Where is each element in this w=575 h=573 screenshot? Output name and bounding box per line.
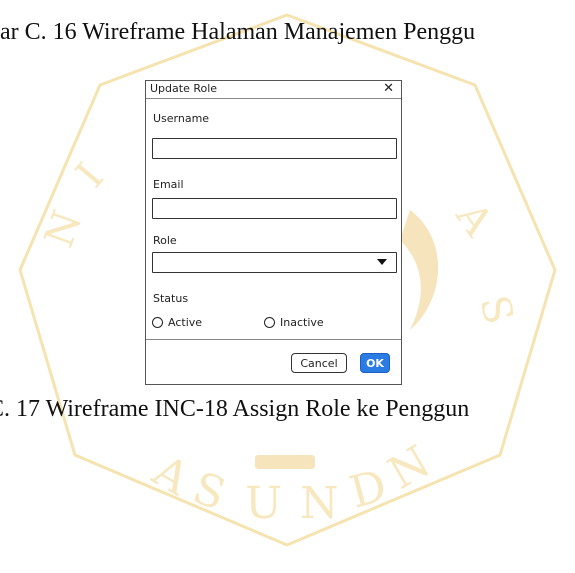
- watermark-letter: S: [470, 291, 522, 329]
- watermark-letter: N: [36, 205, 91, 254]
- status-radio-active[interactable]: Active: [152, 316, 202, 329]
- watermark-letter: D: [345, 460, 392, 518]
- watermark-bar: [255, 455, 315, 469]
- email-field[interactable]: [152, 198, 397, 219]
- status-label: Status: [153, 292, 189, 305]
- watermark-letter: A: [446, 194, 501, 246]
- username-label: Username: [153, 112, 210, 125]
- dialog-title: Update Role: [150, 82, 218, 95]
- radio-button-icon: [152, 317, 163, 328]
- update-role-dialog: Update Role ✕ Username Email Role Status…: [145, 80, 402, 385]
- chevron-down-icon: [377, 259, 387, 265]
- figure-caption-bottom: C. 17 Wireframe INC-18 Assign Role ke Pe…: [0, 396, 470, 422]
- cancel-button[interactable]: Cancel: [291, 353, 347, 373]
- dialog-titlebar: Update Role ✕: [146, 81, 401, 99]
- footer-divider: [146, 339, 401, 340]
- watermark-letter: N: [300, 478, 339, 529]
- ok-button[interactable]: OK: [360, 353, 390, 373]
- radio-button-icon: [264, 317, 275, 328]
- watermark-letter: U: [245, 478, 282, 529]
- close-icon[interactable]: ✕: [383, 81, 394, 96]
- role-select[interactable]: [152, 252, 397, 273]
- watermark-letter: N: [380, 436, 439, 499]
- watermark-letter: S: [186, 462, 232, 520]
- watermark-flame: [400, 210, 439, 330]
- username-field[interactable]: [152, 138, 397, 159]
- status-option-label: Active: [168, 316, 203, 329]
- email-label: Email: [153, 178, 184, 191]
- status-radio-inactive[interactable]: Inactive: [264, 316, 324, 329]
- watermark-letter: I: [67, 155, 112, 197]
- role-label: Role: [153, 234, 177, 247]
- status-option-label: Inactive: [280, 316, 324, 329]
- figure-caption-top: bar C. 16 Wireframe Halaman Manajemen Pe…: [0, 19, 476, 45]
